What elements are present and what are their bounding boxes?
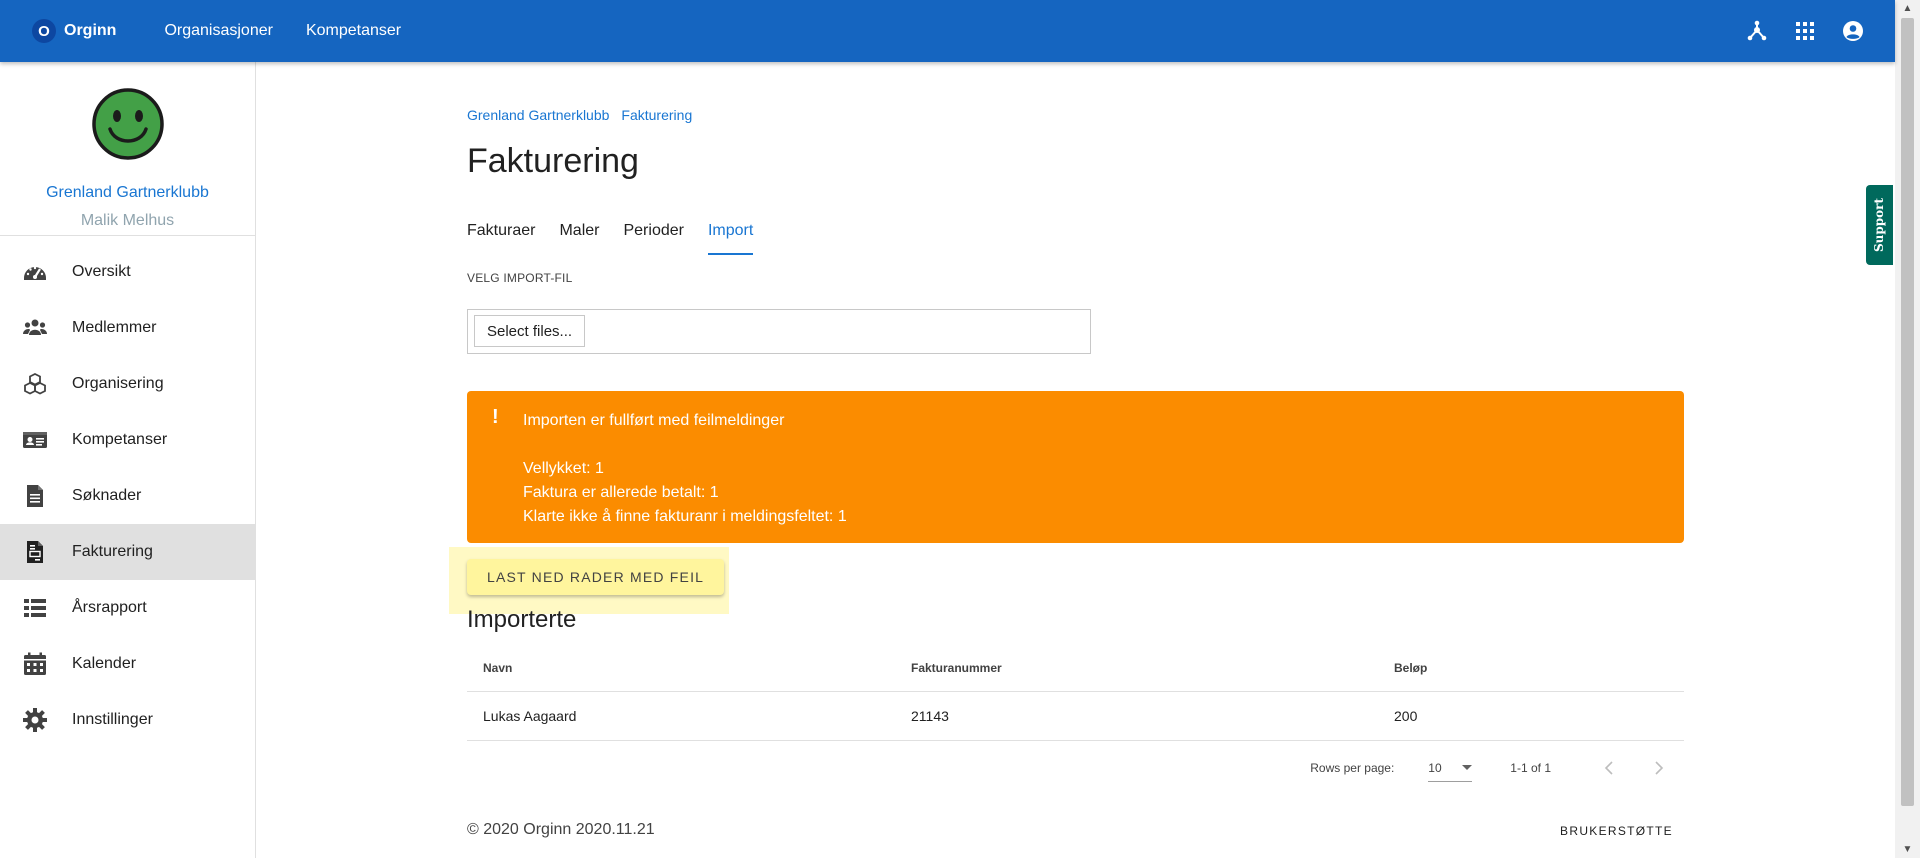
alert-line-paid: Faktura er allerede betalt: 1 — [523, 484, 719, 501]
import-warning-alert: ! Importen er fullført med feilmeldinger… — [467, 391, 1684, 543]
sidebar: Grenland Gartnerklubb Malik Melhus Overs… — [0, 62, 256, 858]
sidebar-item-soknader[interactable]: Søknader — [0, 468, 255, 524]
support-tab[interactable]: Support — [1866, 185, 1893, 265]
sidebar-divider — [0, 235, 255, 236]
cell-navn: Lukas Aagaard — [483, 708, 577, 724]
alert-line-notfound: Klarte ikke å finne fakturanr i meldings… — [523, 508, 847, 525]
cell-belop: 200 — [1394, 708, 1418, 724]
sidebar-item-label: Søknader — [72, 487, 142, 504]
sidebar-item-organisering[interactable]: Organisering — [0, 356, 255, 412]
import-file-label: VELG IMPORT-FIL — [467, 271, 573, 285]
sidebar-item-label: Organisering — [72, 375, 164, 392]
support-label: Support — [1872, 197, 1887, 253]
top-app-bar: O Orginn Organisasjoner Kompetanser — [0, 0, 1895, 62]
rows-per-page-value: 10 — [1428, 760, 1442, 775]
file-upload-field[interactable]: Select files... — [467, 309, 1091, 354]
list-icon — [22, 595, 48, 621]
apps-grid-icon[interactable] — [1793, 19, 1817, 43]
scroll-up-icon[interactable]: ▲ — [1895, 0, 1920, 17]
tab-perioder[interactable]: Perioder — [623, 222, 683, 255]
tab-fakturaer[interactable]: Fakturaer — [467, 222, 535, 255]
gear-icon — [22, 707, 48, 733]
sidebar-item-kalender[interactable]: Kalender — [0, 636, 255, 692]
user-name: Malik Melhus — [80, 212, 175, 229]
scroll-thumb[interactable] — [1901, 18, 1914, 806]
topnav-kompetanser[interactable]: Kompetanser — [306, 22, 401, 40]
logo-text: Orginn — [64, 22, 117, 39]
imported-section-title: Importerte — [467, 606, 577, 633]
column-header-fakturanummer[interactable]: Fakturanummer — [911, 661, 1394, 675]
tab-import[interactable]: Import — [707, 222, 754, 255]
chevron-right-icon[interactable] — [1647, 756, 1671, 780]
sidebar-item-arsrapport[interactable]: Årsrapport — [0, 580, 255, 636]
select-files-button[interactable]: Select files... — [474, 315, 586, 347]
sidebar-item-oversikt[interactable]: Oversikt — [0, 244, 255, 300]
alert-line-success: Vellykket: 1 — [523, 460, 604, 477]
club-name-link[interactable]: Grenland Gartnerklubb — [0, 184, 255, 202]
table-header: Navn Fakturanummer Beløp — [467, 644, 1684, 692]
topnav-organisasjoner[interactable]: Organisasjoner — [164, 22, 273, 40]
invoice-icon — [22, 539, 48, 565]
tab-maler[interactable]: Maler — [559, 222, 599, 255]
alert-body: Importen er fullført med feilmeldinger V… — [523, 409, 847, 529]
logo-badge: O — [32, 19, 56, 43]
column-header-belop[interactable]: Beløp — [1394, 661, 1684, 675]
id-card-icon — [22, 427, 48, 453]
document-icon — [22, 483, 48, 509]
sidebar-item-kompetanser[interactable]: Kompetanser — [0, 412, 255, 468]
sidebar-item-label: Innstillinger — [72, 711, 153, 728]
chevron-left-icon[interactable] — [1597, 756, 1621, 780]
breadcrumb: Grenland Gartnerklubb Fakturering — [467, 107, 692, 123]
hub-icon[interactable] — [1745, 19, 1769, 43]
dropdown-arrow-icon — [1462, 764, 1473, 770]
sidebar-item-label: Oversikt — [72, 263, 131, 280]
support-footer-link[interactable]: BRUKERSTØTTE — [1560, 824, 1673, 838]
top-icon-group — [1745, 19, 1865, 43]
smiley-avatar-icon — [92, 88, 164, 160]
sidebar-item-label: Fakturering — [72, 543, 153, 560]
column-header-navn[interactable]: Navn — [467, 661, 911, 675]
table-pagination: Rows per page: 10 1-1 of 1 — [468, 744, 1685, 792]
rows-per-page-select[interactable]: 10 — [1428, 755, 1473, 782]
sidebar-item-label: Årsrapport — [72, 599, 147, 616]
alert-title: Importen er fullført med feilmeldinger — [523, 412, 785, 429]
download-error-rows-button[interactable]: Last ned rader med feil — [467, 559, 725, 595]
sidebar-item-label: Kalender — [72, 655, 137, 672]
sidebar-nav: Oversikt Medlemmer Organisering Kompetan… — [0, 244, 255, 748]
footer-copyright: © 2020 Orginn 2020.11.21 — [467, 821, 655, 838]
table-row[interactable]: Lukas Aagaard 21143 200 — [467, 692, 1684, 741]
scroll-down-icon[interactable]: ▼ — [1895, 841, 1920, 858]
sidebar-item-medlemmer[interactable]: Medlemmer — [0, 300, 255, 356]
page-range: 1-1 of 1 — [1510, 761, 1551, 775]
breadcrumb-fakturering[interactable]: Fakturering — [621, 107, 692, 123]
page-title: Fakturering — [467, 142, 639, 180]
calendar-icon — [22, 651, 48, 677]
rows-per-page-label: Rows per page: — [1310, 761, 1395, 775]
account-circle-icon[interactable] — [1841, 19, 1865, 43]
app-logo[interactable]: O Orginn — [32, 19, 116, 43]
page-scrollbar[interactable]: ▲ ▼ — [1895, 0, 1920, 858]
users-icon — [22, 315, 48, 341]
breadcrumb-club[interactable]: Grenland Gartnerklubb — [467, 107, 609, 123]
exclamation-icon: ! — [492, 406, 499, 428]
cell-fakturanummer: 21143 — [911, 708, 949, 724]
sidebar-item-innstillinger[interactable]: Innstillinger — [0, 692, 255, 748]
tab-bar: Fakturaer Maler Perioder Import — [467, 222, 777, 255]
sidebar-item-label: Kompetanser — [72, 431, 168, 448]
sidebar-item-fakturering[interactable]: Fakturering — [0, 524, 255, 580]
alert-spacer — [523, 433, 847, 457]
dashboard-gauge-icon — [22, 259, 48, 285]
cubes-icon — [22, 371, 48, 397]
imported-table: Navn Fakturanummer Beløp Lukas Aagaard 2… — [467, 644, 1684, 741]
sidebar-item-label: Medlemmer — [72, 319, 157, 336]
